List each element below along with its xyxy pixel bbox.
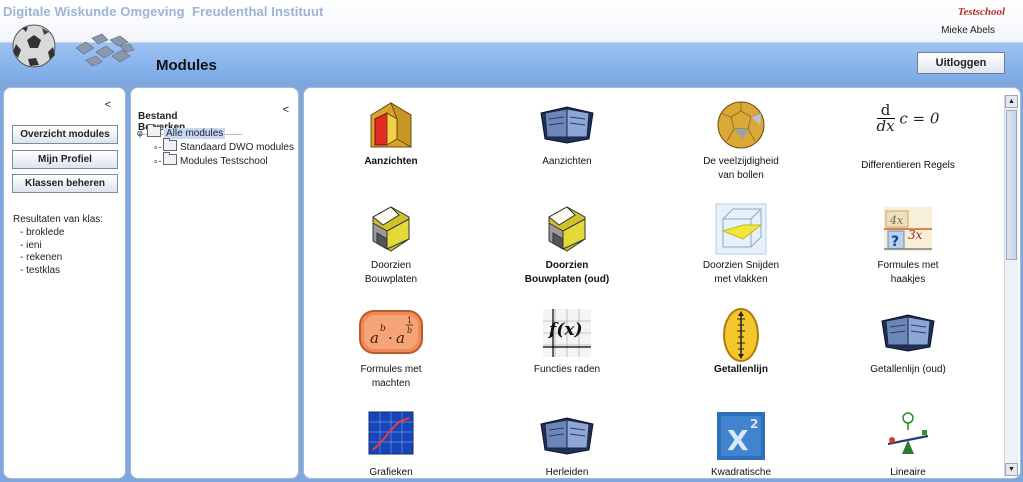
number-line-icon xyxy=(715,307,767,362)
overview-modules-button[interactable]: Overzicht modules xyxy=(12,125,118,144)
polyhedron-ball-icon xyxy=(715,99,767,151)
module-herleiden[interactable]: Herleiden xyxy=(485,410,649,478)
class-list: - broklede - ieni - rekenen - testklas xyxy=(20,227,64,277)
svg-text:b: b xyxy=(407,326,412,335)
svg-text:4x: 4x xyxy=(889,214,904,227)
manage-classes-button[interactable]: Klassen beheren xyxy=(12,174,118,193)
class-item-broklede[interactable]: - broklede xyxy=(20,227,64,240)
function-graph-icon: f(x) xyxy=(541,307,593,359)
class-item-ieni[interactable]: - ieni xyxy=(20,240,64,253)
module-kwadratische[interactable]: X 2 Kwadratische xyxy=(659,410,823,478)
module-getallenlijn-oud[interactable]: Getallenlijn (oud) xyxy=(826,307,990,377)
collapsed-toggle-icon[interactable]: ∘- xyxy=(153,156,163,167)
tree-node-all-modules[interactable]: φ Alle modules xyxy=(137,124,226,139)
yellow-cube-icon xyxy=(365,203,417,255)
module-aanzichten-2[interactable]: Aanzichten xyxy=(485,99,649,169)
formula-card-icon: 4x ? 3x xyxy=(882,203,934,255)
module-aanzichten[interactable]: Aanzichten xyxy=(309,99,473,169)
module-veelzijdigheid-bollen[interactable]: De veelzijdigheid van bollen xyxy=(659,99,823,183)
cube-section-icon xyxy=(715,203,767,255)
red-prism-icon xyxy=(365,99,417,151)
class-item-testklas[interactable]: - testklas xyxy=(20,265,64,278)
logout-button[interactable]: Uitloggen xyxy=(917,52,1005,74)
module-lineaire[interactable]: Lineaire xyxy=(826,410,990,478)
graph-chart-icon xyxy=(365,410,417,462)
book-icon xyxy=(881,307,935,359)
expand-toggle-icon[interactable]: φ xyxy=(137,128,147,138)
tiles-logo-icon xyxy=(75,33,135,67)
module-doorzien-bouwplaten[interactable]: Doorzien Bouwplaten xyxy=(309,203,473,287)
app-title: Digitale Wiskunde Omgeving Freudenthal I… xyxy=(3,4,324,19)
folder-icon xyxy=(163,152,177,165)
collapse-tree-panel-button[interactable]: < xyxy=(283,104,289,116)
page-title: Modules xyxy=(156,57,217,74)
left-panel: < Overzicht modules Mijn Profiel Klassen… xyxy=(3,87,126,479)
menu-bestand[interactable]: Bestand xyxy=(138,111,177,122)
power-formula-icon: a b · a 1 b xyxy=(358,307,424,359)
school-name: Testschool xyxy=(957,6,1005,18)
scroll-up-arrow-icon[interactable]: ▲ xyxy=(1005,95,1018,108)
module-functies-raden[interactable]: f(x) Functies raden xyxy=(485,307,649,377)
user-name: Mieke Abels xyxy=(941,25,995,36)
svg-text:2: 2 xyxy=(750,417,758,431)
folder-icon xyxy=(163,138,177,151)
svg-text:·: · xyxy=(388,329,393,347)
vertical-scrollbar[interactable]: ▲ ▼ xyxy=(1004,95,1018,476)
scroll-down-arrow-icon[interactable]: ▼ xyxy=(1005,463,1018,476)
module-differentieren-regels[interactable]: d dx c = 0 Differentieren Regels xyxy=(826,99,990,173)
module-getallenlijn[interactable]: Getallenlijn xyxy=(659,307,823,377)
svg-text:a: a xyxy=(396,329,405,347)
class-item-rekenen[interactable]: - rekenen xyxy=(20,252,64,265)
module-formules-haakjes[interactable]: 4x ? 3x Formules met haakjes xyxy=(826,203,990,287)
book-icon xyxy=(540,99,594,151)
tree-node-school-modules[interactable]: ∘- Modules Testschool xyxy=(153,152,268,167)
header-top: Digitale Wiskunde Omgeving Freudenthal I… xyxy=(0,0,1023,43)
scroll-thumb[interactable] xyxy=(1006,110,1017,260)
svg-text:f(x): f(x) xyxy=(548,320,583,340)
svg-text:b: b xyxy=(380,324,386,334)
folder-icon xyxy=(147,124,161,137)
tree-panel: < Bestand Bewerken φ Alle modules ∘- Stand… xyxy=(130,87,299,479)
svg-text:3x: 3x xyxy=(908,228,923,242)
module-formules-machten[interactable]: a b · a 1 b Formules met machten xyxy=(309,307,473,391)
svg-text:?: ? xyxy=(891,234,899,250)
collapse-left-panel-button[interactable]: < xyxy=(105,99,111,111)
collapsed-toggle-icon[interactable]: ∘- xyxy=(153,142,163,153)
my-profile-button[interactable]: Mijn Profiel xyxy=(12,150,118,169)
yellow-cube-icon xyxy=(541,203,593,255)
modules-grid-panel: Aanzichten Aanzichten De veelzijdigheid … xyxy=(303,87,1021,479)
balance-scale-icon xyxy=(882,410,934,462)
module-doorzien-snijden[interactable]: Doorzien Snijden met vlakken xyxy=(659,203,823,287)
svg-text:a: a xyxy=(370,329,379,347)
soccer-ball-logo-icon xyxy=(12,24,56,68)
x-squared-icon: X 2 xyxy=(715,410,767,462)
header-bar: Modules Uitloggen xyxy=(0,43,1023,80)
module-doorzien-bouwplaten-oud[interactable]: Doorzien Bouwplaten (oud) xyxy=(485,203,649,287)
results-label: Resultaten van klas: xyxy=(13,214,104,225)
svg-text:X: X xyxy=(727,424,749,457)
svg-text:1: 1 xyxy=(407,316,412,325)
book-icon xyxy=(540,410,594,462)
derivative-formula-icon: d dx c = 0 xyxy=(876,101,940,135)
tree-node-standard-modules[interactable]: ∘- Standaard DWO modules xyxy=(153,138,294,153)
module-grafieken[interactable]: Grafieken xyxy=(309,410,473,478)
